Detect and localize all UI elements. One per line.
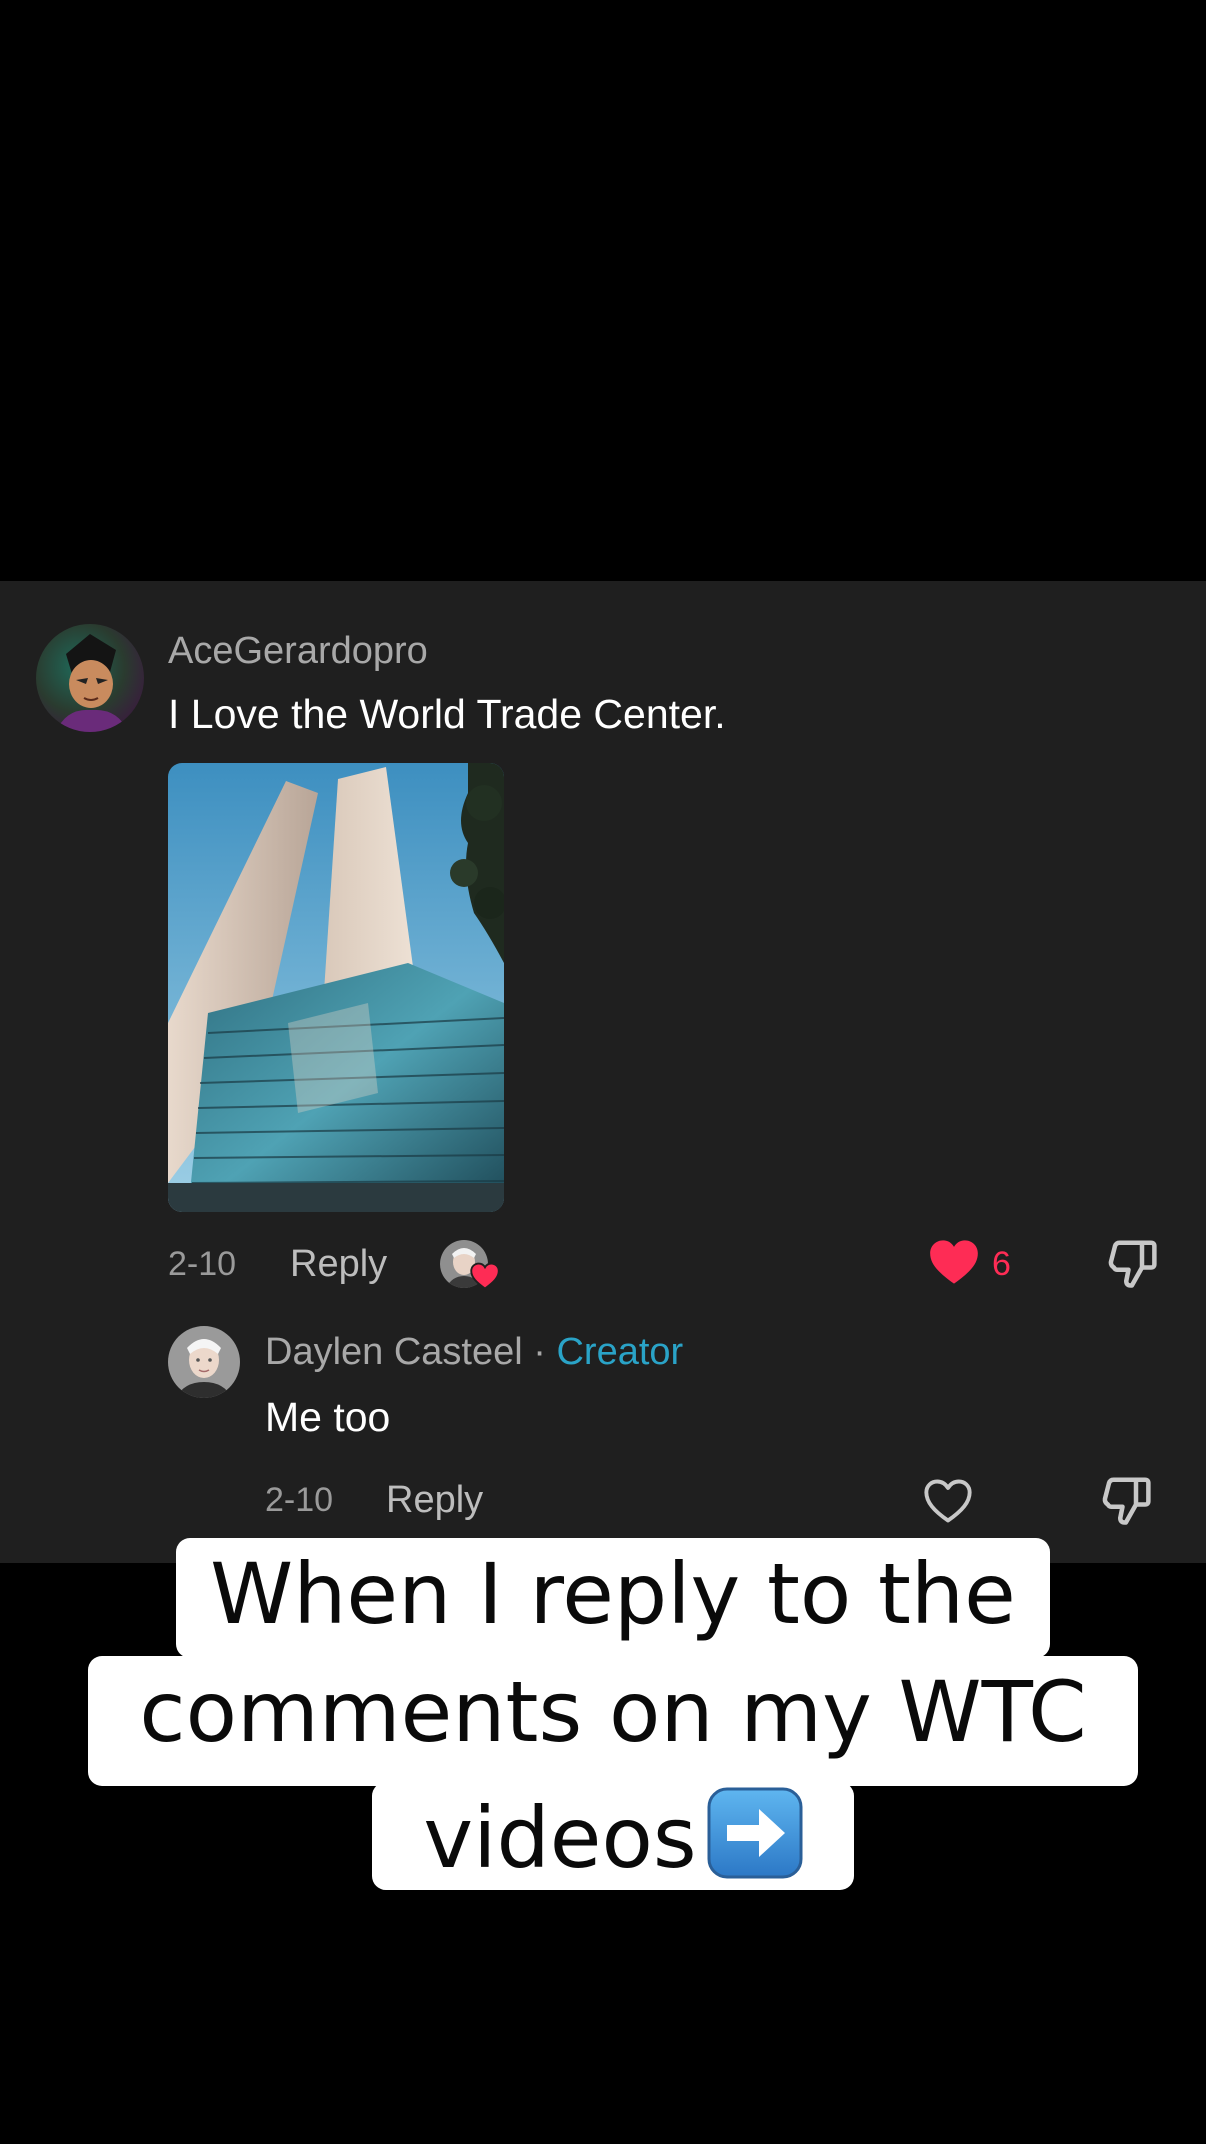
caption-line-3-text: videos [423,1789,697,1887]
username-separator: · [533,1331,546,1373]
caption-line-3: videos [372,1782,854,1890]
comment-text: I Love the World Trade Center. [168,691,726,737]
commenter-username[interactable]: AceGerardopro [168,629,428,673]
heart-filled-icon[interactable] [928,1238,980,1286]
comment-reply-button[interactable]: Reply [290,1242,387,1286]
arrow-right-emoji-icon [707,1787,803,1879]
reply-username[interactable]: Daylen Casteel [265,1331,523,1373]
commenter-avatar[interactable] [36,624,144,732]
reply-username-line: Daylen Casteel · Creator [265,1330,683,1374]
reply-avatar[interactable] [168,1326,240,1398]
reply-thumbs-down-icon[interactable] [1100,1473,1154,1527]
comment-date: 2-10 [168,1245,237,1283]
comment-photo[interactable] [168,763,504,1212]
comment-like-count: 6 [992,1245,1011,1283]
reply-text: Me too [265,1394,391,1440]
caption-line-1: When I reply to the [176,1538,1050,1658]
creator-badge: Creator [556,1331,684,1373]
creator-heart-badge-icon [470,1262,500,1290]
reply-reply-button[interactable]: Reply [386,1478,483,1522]
heart-outline-icon[interactable] [922,1477,974,1525]
thumbs-down-icon[interactable] [1106,1236,1160,1290]
reply-date: 2-10 [265,1481,334,1519]
caption-line-2: comments on my WTC [88,1656,1138,1786]
